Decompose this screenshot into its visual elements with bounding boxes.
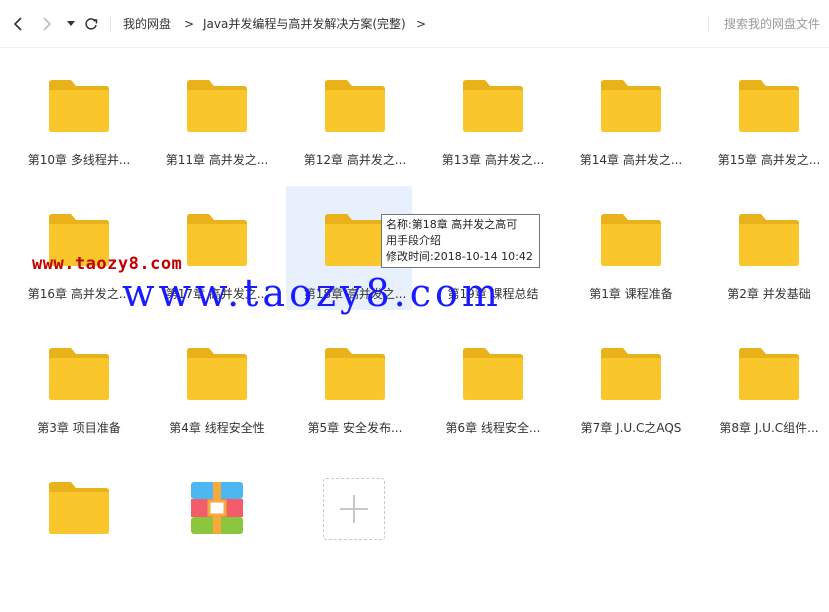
caret-down-icon bbox=[67, 21, 75, 26]
divider bbox=[110, 16, 111, 32]
folder-item[interactable]: 第15章 高并发之... bbox=[704, 80, 829, 210]
folder-icon bbox=[187, 214, 247, 266]
archive-icon bbox=[191, 482, 243, 534]
folder-icon bbox=[49, 348, 109, 400]
folder-icon bbox=[601, 214, 661, 266]
folder-icon bbox=[325, 214, 385, 266]
folder-label: 第5章 安全发布... bbox=[307, 421, 403, 435]
folder-icon bbox=[601, 80, 661, 132]
tooltip-name-line2: 用手段介绍 bbox=[386, 234, 441, 247]
folder-item[interactable]: 第13章 高并发之... bbox=[428, 80, 558, 210]
file-tooltip: 名称:第18章 高并发之高可 用手段介绍 修改时间:2018-10-14 10:… bbox=[381, 214, 540, 268]
folder-label: 第15章 高并发之... bbox=[717, 153, 821, 167]
divider bbox=[708, 16, 709, 32]
chevron-right-icon bbox=[43, 17, 52, 31]
archive-file-item[interactable] bbox=[152, 482, 282, 612]
folder-item[interactable]: 第5章 安全发布... bbox=[290, 348, 420, 478]
forward-button[interactable] bbox=[37, 14, 57, 34]
folder-label: 第11章 高并发之... bbox=[165, 153, 269, 167]
folder-label: 第13章 高并发之... bbox=[441, 153, 545, 167]
plus-icon bbox=[340, 495, 368, 523]
folder-item[interactable]: 第2章 并发基础 bbox=[704, 214, 829, 344]
folder-icon bbox=[739, 348, 799, 400]
folder-item[interactable]: 第7章 J.U.C之AQS bbox=[566, 348, 696, 478]
folder-label: 第7章 J.U.C之AQS bbox=[580, 421, 682, 435]
folder-label: 第3章 项目准备 bbox=[37, 421, 121, 435]
folder-label: 第2章 并发基础 bbox=[727, 287, 811, 301]
folder-item[interactable]: 第11章 高并发之... bbox=[152, 80, 282, 210]
folder-icon bbox=[325, 80, 385, 132]
breadcrumb-root[interactable]: 我的网盘 bbox=[123, 16, 171, 32]
folder-label: 第14章 高并发之... bbox=[579, 153, 683, 167]
folder-icon bbox=[49, 80, 109, 132]
toolbar: 我的网盘 > Java并发编程与高并发解决方案(完整) > 搜索我的网盘文件 bbox=[0, 0, 829, 48]
refresh-icon bbox=[85, 18, 98, 30]
folder-label: 第12章 高并发之... bbox=[303, 153, 407, 167]
breadcrumb-current[interactable]: Java并发编程与高并发解决方案(完整) bbox=[203, 16, 406, 32]
breadcrumb-separator: > bbox=[416, 17, 427, 31]
tooltip-modified-time: 修改时间:2018-10-14 10:42 bbox=[386, 250, 533, 263]
folder-icon bbox=[601, 348, 661, 400]
folder-icon bbox=[739, 80, 799, 132]
refresh-button[interactable] bbox=[81, 14, 101, 34]
tooltip-name-line1: 名称:第18章 高并发之高可 bbox=[386, 218, 518, 231]
folder-item[interactable]: 第8章 J.U.C组件... bbox=[704, 348, 829, 478]
folder-item[interactable]: 第4章 线程安全性 bbox=[152, 348, 282, 478]
folder-label: 第4章 线程安全性 bbox=[169, 421, 265, 435]
folder-icon bbox=[187, 348, 247, 400]
folder-item[interactable]: 第6章 线程安全... bbox=[428, 348, 558, 478]
chevron-left-icon bbox=[13, 17, 22, 31]
watermark-large: www.taozy8.com bbox=[122, 271, 502, 315]
folder-item[interactable]: 第14章 高并发之... bbox=[566, 80, 696, 210]
folder-icon bbox=[325, 348, 385, 400]
back-button[interactable] bbox=[8, 14, 28, 34]
folder-icon bbox=[463, 348, 523, 400]
breadcrumb-separator: > bbox=[184, 17, 195, 31]
search-input[interactable]: 搜索我的网盘文件 bbox=[724, 16, 820, 32]
upload-button[interactable] bbox=[323, 478, 385, 540]
folder-label: 第10章 多线程并... bbox=[27, 153, 131, 167]
folder-label: 第1章 课程准备 bbox=[589, 287, 673, 301]
folder-icon bbox=[463, 80, 523, 132]
folder-icon bbox=[49, 482, 109, 534]
folder-item[interactable] bbox=[14, 482, 144, 612]
folder-item[interactable]: 第10章 多线程并... bbox=[14, 80, 144, 210]
folder-label: 第6章 线程安全... bbox=[445, 421, 541, 435]
folder-label: 第8章 J.U.C组件... bbox=[719, 421, 819, 435]
folder-icon bbox=[187, 80, 247, 132]
folder-item[interactable]: 第3章 项目准备 bbox=[14, 348, 144, 478]
history-dropdown-button[interactable] bbox=[61, 14, 81, 34]
folder-item[interactable]: 第1章 课程准备 bbox=[566, 214, 696, 344]
folder-icon bbox=[739, 214, 799, 266]
